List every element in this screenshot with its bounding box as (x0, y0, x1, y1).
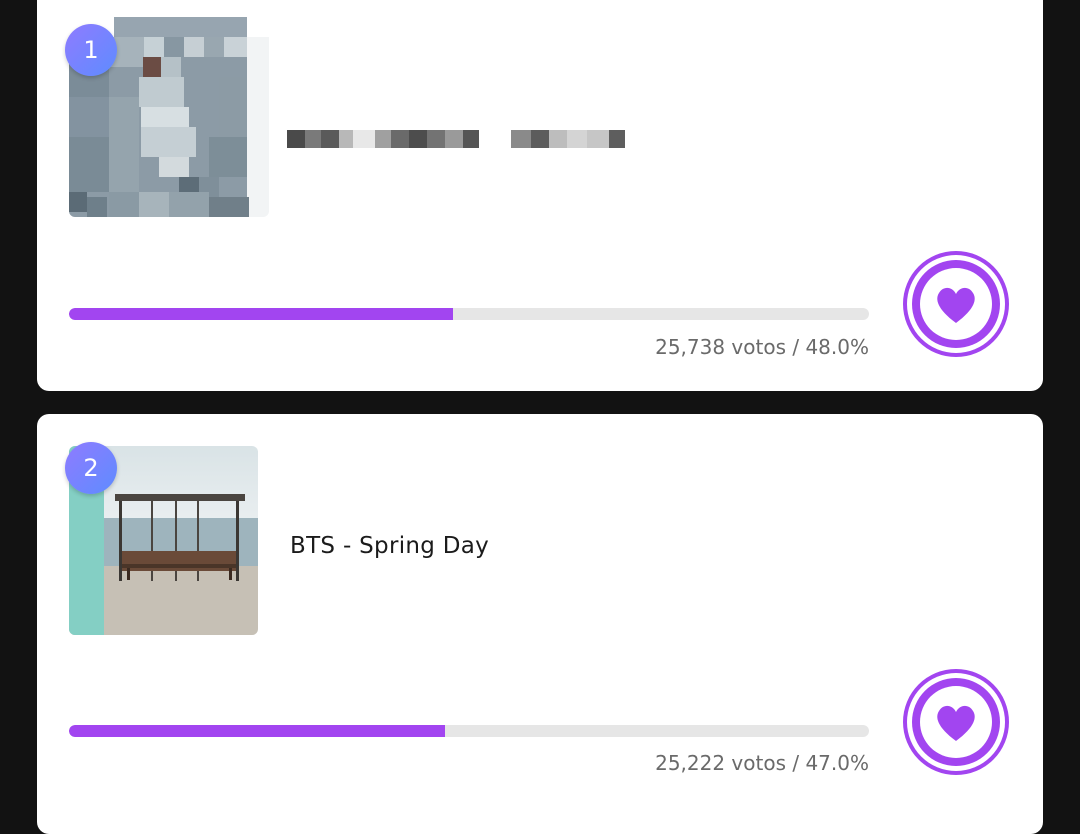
vote-heart-button[interactable] (901, 667, 1011, 777)
song-title: BTS - Spring Day (290, 533, 490, 559)
vote-progress-bar (69, 308, 869, 320)
heart-icon (903, 669, 1009, 775)
vote-progress-fill (69, 308, 453, 320)
song-title-pixelated (287, 130, 625, 150)
vote-count-text: 25,738 votos / 48.0% (655, 335, 869, 359)
vote-card-2: 2 BTS - Spring Day 25,222 votos / 47.0% (37, 414, 1043, 834)
heart-icon (903, 251, 1009, 357)
vote-heart-button[interactable] (901, 249, 1011, 359)
vote-progress-fill (69, 725, 445, 737)
rank-badge: 1 (65, 24, 117, 76)
rank-badge: 2 (65, 442, 117, 494)
vote-progress-bar (69, 725, 869, 737)
vote-count-text: 25,222 votos / 47.0% (655, 751, 869, 775)
vote-card-1: 1 25,738 votos / 48.0% (37, 0, 1043, 391)
